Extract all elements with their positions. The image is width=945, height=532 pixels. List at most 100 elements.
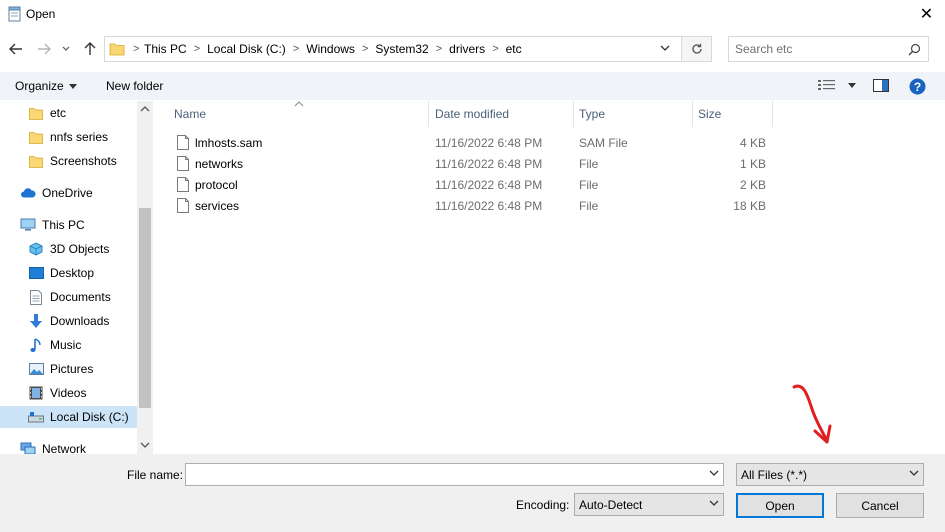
file-name-combobox[interactable] xyxy=(185,463,724,486)
file-row[interactable]: networks 11/16/2022 6:48 PM File 1 KB xyxy=(155,154,945,175)
file-row[interactable]: services 11/16/2022 6:48 PM File 18 KB xyxy=(155,196,945,217)
nav-item-downloads[interactable]: Downloads xyxy=(0,310,153,332)
file-row[interactable]: protocol 11/16/2022 6:48 PM File 2 KB xyxy=(155,175,945,196)
change-view-button[interactable] xyxy=(818,79,856,91)
annotation-arrow xyxy=(788,380,838,450)
file-type-select[interactable]: All Files (*.*) xyxy=(736,463,924,486)
refresh-icon xyxy=(691,43,702,54)
preview-pane-button[interactable] xyxy=(873,79,889,92)
file-size: 1 KB xyxy=(739,157,766,171)
help-button[interactable]: ? xyxy=(909,78,926,95)
organize-button[interactable]: Organize xyxy=(15,79,77,93)
file-date: 11/16/2022 6:48 PM xyxy=(435,157,543,171)
refresh-button[interactable] xyxy=(682,36,712,62)
file-name: services xyxy=(195,199,240,213)
bottom-panel: File name: All Files (*.*) Encoding: Aut… xyxy=(0,454,945,532)
nav-item-local-disk[interactable]: Local Disk (C:) xyxy=(0,406,153,428)
svg-text:?: ? xyxy=(914,80,921,94)
column-header-type[interactable]: Type xyxy=(573,101,693,127)
chevron-down-icon xyxy=(909,470,919,477)
up-button[interactable] xyxy=(80,39,100,59)
nav-item-label: Music xyxy=(50,338,82,352)
breadcrumb-item[interactable]: This PC xyxy=(143,42,188,56)
cube-icon xyxy=(28,241,44,257)
nav-item-label: Desktop xyxy=(50,266,95,280)
scrollbar-thumb[interactable] xyxy=(139,208,151,408)
chevron-down-icon[interactable] xyxy=(709,470,719,477)
arrow-up-icon xyxy=(84,42,96,55)
nav-item-screenshots[interactable]: Screenshots xyxy=(0,150,153,172)
drive-icon xyxy=(28,409,44,425)
file-date: 11/16/2022 6:48 PM xyxy=(435,136,543,150)
nav-item-pictures[interactable]: Pictures xyxy=(0,358,153,380)
nav-item-music[interactable]: Music xyxy=(0,334,153,356)
folder-icon xyxy=(109,41,125,57)
nav-item-etc[interactable]: etc xyxy=(0,102,153,124)
organize-label: Organize xyxy=(15,79,64,93)
nav-item-documents[interactable]: Documents xyxy=(0,286,153,308)
nav-item-videos[interactable]: Videos xyxy=(0,382,153,404)
title-bar: Open ✕ xyxy=(0,0,945,30)
nav-item-label: etc xyxy=(50,106,67,120)
nav-item-label: This PC xyxy=(42,218,85,232)
window-title: Open xyxy=(26,7,56,21)
breadcrumb-separator[interactable]: > xyxy=(486,43,504,55)
breadcrumb-separator[interactable]: > xyxy=(356,43,374,55)
recent-locations-button[interactable] xyxy=(59,39,73,59)
file-name-label: File name: xyxy=(127,468,184,482)
column-header-date[interactable]: Date modified xyxy=(429,101,573,127)
scroll-down-icon[interactable] xyxy=(140,442,150,449)
nav-item-nnfs-series[interactable]: nnfs series xyxy=(0,126,153,148)
breadcrumb-item[interactable]: Local Disk (C:) xyxy=(206,42,287,56)
scroll-up-icon[interactable] xyxy=(140,105,150,112)
preview-pane-icon xyxy=(873,79,889,92)
folder-icon xyxy=(28,105,44,121)
desktop-icon xyxy=(28,265,44,281)
file-name: lmhosts.sam xyxy=(195,136,263,150)
arrow-right-icon xyxy=(38,43,51,55)
file-date: 11/16/2022 6:48 PM xyxy=(435,199,543,213)
new-folder-button[interactable]: New folder xyxy=(106,79,163,93)
search-input[interactable] xyxy=(735,41,905,57)
encoding-value: Auto-Detect xyxy=(579,498,643,512)
address-dropdown-button[interactable] xyxy=(660,45,670,52)
encoding-select[interactable]: Auto-Detect xyxy=(574,493,724,516)
file-size: 2 KB xyxy=(739,178,766,192)
nav-item-label: OneDrive xyxy=(42,186,93,200)
file-name: networks xyxy=(195,157,244,171)
help-icon: ? xyxy=(909,78,926,95)
close-icon: ✕ xyxy=(919,6,934,23)
open-button[interactable]: Open xyxy=(736,493,824,518)
breadcrumb-item[interactable]: System32 xyxy=(374,42,429,56)
breadcrumb-item[interactable]: etc xyxy=(505,42,523,56)
file-type-value: All Files (*.*) xyxy=(741,468,808,482)
breadcrumb-item[interactable]: drivers xyxy=(448,42,486,56)
nav-item-desktop[interactable]: Desktop xyxy=(0,262,153,284)
address-bar[interactable]: > This PC > Local Disk (C:) > Windows > … xyxy=(104,36,682,62)
network-icon xyxy=(20,441,36,454)
nav-item-this-pc[interactable]: This PC xyxy=(0,214,153,236)
nav-item-onedrive[interactable]: OneDrive xyxy=(0,182,153,204)
file-icon xyxy=(177,135,189,150)
back-button[interactable] xyxy=(6,39,26,59)
nav-item-network[interactable]: Network xyxy=(0,438,153,454)
file-row[interactable]: lmhosts.sam 11/16/2022 6:48 PM SAM File … xyxy=(155,133,945,154)
pictures-icon xyxy=(28,361,44,377)
search-box[interactable] xyxy=(728,36,929,62)
file-type: File xyxy=(579,178,599,192)
cloud-icon xyxy=(20,185,36,201)
chevron-down-icon xyxy=(709,500,719,507)
file-size: 18 KB xyxy=(733,199,766,213)
nav-item-3d-objects[interactable]: 3D Objects xyxy=(0,238,153,260)
breadcrumb-separator[interactable]: > xyxy=(287,43,305,55)
nav-item-label: Local Disk (C:) xyxy=(50,410,129,424)
column-header-size[interactable]: Size xyxy=(692,101,772,127)
breadcrumb-separator[interactable]: > xyxy=(430,43,448,55)
breadcrumb-item[interactable]: Windows xyxy=(305,42,356,56)
forward-button[interactable] xyxy=(34,39,54,59)
nav-item-label: Screenshots xyxy=(50,154,117,168)
close-button[interactable]: ✕ xyxy=(908,0,945,28)
cancel-button[interactable]: Cancel xyxy=(836,493,924,518)
breadcrumb-separator[interactable]: > xyxy=(188,43,206,55)
column-divider[interactable] xyxy=(772,101,773,127)
